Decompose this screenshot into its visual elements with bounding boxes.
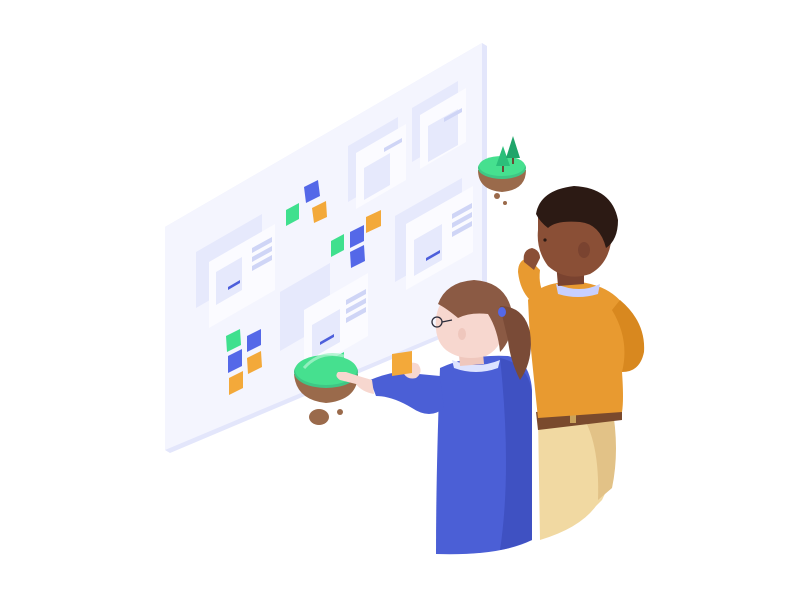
floating-island-hologram — [294, 353, 358, 425]
illustration — [165, 43, 645, 555]
person-man — [518, 186, 645, 540]
sticky-note-held — [392, 351, 412, 376]
